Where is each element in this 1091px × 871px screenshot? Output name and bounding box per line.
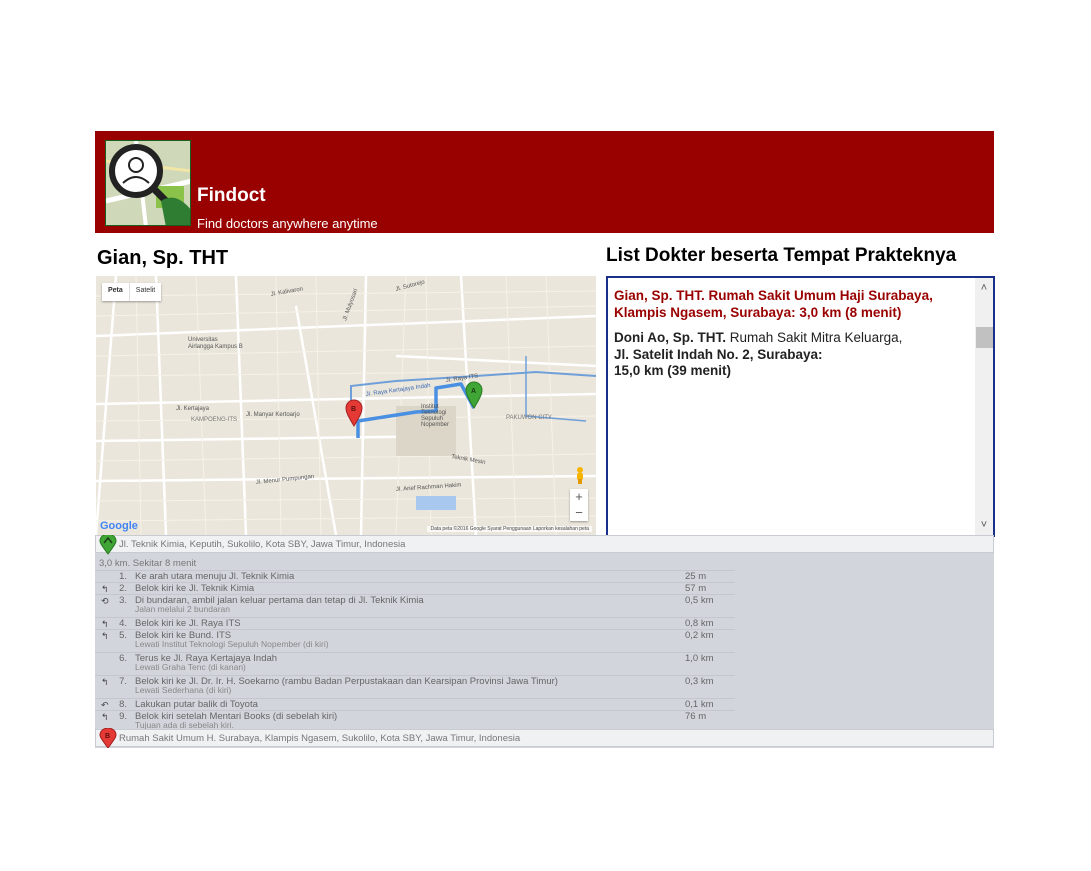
direction-step-distance: 57 m [685,583,707,594]
direction-step-number: 8. [119,699,127,710]
svg-text:A: A [471,388,476,395]
svg-text:Universitas: Universitas [188,337,218,343]
svg-text:KAMPOENG-ITS: KAMPOENG-ITS [191,417,237,423]
direction-step-text: Belok kiri ke Jl. Teknik Kimia [135,583,255,594]
direction-step-distance: 25 m [685,571,707,582]
direction-step-text: Ke arah utara menuju Jl. Teknik Kimia [135,571,295,582]
scroll-down-icon[interactable]: ˅ [975,517,993,533]
direction-step-number: 1. [119,571,127,582]
doctor-item-place: Rumah Sakit Mitra Keluarga, [729,330,903,345]
doctor-name-heading: Gian, Sp. THT [97,247,229,269]
direction-step-distance: 0,8 km [685,618,714,629]
direction-step-distance: 76 m [685,711,707,722]
doctor-item-distance: 15,0 km (39 menit) [614,363,732,378]
app-logo [105,140,191,226]
direction-step-note: Lewati Institut Teknologi Sepuluh Nopemb… [135,639,329,649]
zoom-out-button[interactable]: − [570,505,588,521]
scroll-thumb[interactable] [976,327,993,348]
direction-step-number: 4. [119,618,127,629]
direction-turn-icon: ⟲ [101,596,109,606]
svg-text:Jl. Kertajaya: Jl. Kertajaya [176,406,210,412]
direction-step[interactable]: 6. Terus ke Jl. Raya Kertajaya Indah Lewat… [95,652,735,675]
direction-step-distance: 0,2 km [685,630,714,641]
direction-step-note: Jalan melalui 2 bundaran [135,604,230,614]
marker-b-icon: B [99,728,117,748]
svg-text:Nopember: Nopember [421,422,449,428]
direction-step-text: Lakukan putar balik di Toyota [135,699,258,710]
header-bar: Findoct Find doctors anywhere anytime [95,131,994,233]
zoom-control: + − [570,489,588,521]
svg-text:PAKUWON CITY: PAKUWON CITY [506,415,552,421]
list-scrollbar[interactable]: ˄ ˅ [975,278,993,535]
doctor-list-panel: Gian, Sp. THT. Rumah Sakit Umum Haji Sur… [606,276,995,537]
app-subtitle: Find doctors anywhere anytime [197,216,378,231]
map-type-control[interactable]: Peta Satelit [102,283,162,301]
direction-step-number: 6. [119,653,127,664]
findoct-logo-icon [106,141,190,225]
direction-step[interactable]: ↰ 2. Belok kiri ke Jl. Teknik Kimia 57 m [95,582,735,594]
direction-step[interactable]: 1. Ke arah utara menuju Jl. Teknik Kimia 2… [95,570,735,582]
direction-step-number: 7. [119,676,127,687]
pegman-icon[interactable] [573,466,587,484]
direction-step-number: 9. [119,711,127,722]
end-address-bar: B Rumah Sakit Umum H. Surabaya, Klampis … [95,728,994,748]
app-container: Findoct Find doctors anywhere anytime Gi… [95,131,995,748]
direction-step[interactable]: ⟲ 3. Di bundaran, ambil jalan keluar perta… [95,594,735,617]
google-logo: Google [100,520,138,532]
doctor-list-heading: List Dokter beserta Tempat Prakteknya [606,245,957,266]
direction-step-text: Belok kiri ke Jl. Raya ITS [135,618,241,629]
direction-turn-icon: ↰ [101,712,109,722]
direction-step[interactable]: ↰ 4. Belok kiri ke Jl. Raya ITS 0,8 km [95,617,735,629]
direction-step-distance: 0,1 km [685,699,714,710]
doctor-list: Gian, Sp. THT. Rumah Sakit Umum Haji Sur… [614,288,964,380]
end-address: Rumah Sakit Umum H. Surabaya, Klampis Ng… [119,733,521,744]
direction-step-note: Lewati Graha Tenc (di kanan) [135,662,246,672]
map-attribution: Data peta ©2016 Google Syarat Penggunaan… [427,526,592,532]
direction-step-distance: 0,3 km [685,676,714,687]
direction-step-number: 5. [119,630,127,641]
route-summary: 3,0 km. Sekitar 8 menit [99,558,197,569]
map-view[interactable]: Jl. Kalivaron Jl. Sutorejo Jl. Mulyosari… [96,276,596,535]
direction-step[interactable]: ↶ 8. Lakukan putar balik di Toyota 0,1 km [95,698,735,710]
direction-step[interactable]: ↰ 5. Belok kiri ke Bund. ITS Lewati Institu… [95,629,735,652]
direction-step-note: Lewati Sederhana (di kiri) [135,685,232,695]
direction-turn-icon: ↰ [101,631,109,641]
svg-text:Airlangga Kampus B: Airlangga Kampus B [188,344,243,350]
map-type-map-button[interactable]: Peta [102,283,130,301]
svg-text:B: B [105,733,110,740]
svg-text:Jl. Manyar Kertoarjo: Jl. Manyar Kertoarjo [246,412,300,418]
app-title: Findoct [197,185,266,206]
doctor-list-item[interactable]: Gian, Sp. THT. Rumah Sakit Umum Haji Sur… [614,288,964,321]
direction-step[interactable]: ↰ 7. Belok kiri ke Jl. Dr. Ir. H. Soekarno… [95,675,735,698]
doctor-item-name: Doni Ao, Sp. THT. [614,330,726,345]
directions-panel: Jl. Teknik Kimia, Keputih, Sukolilo, Kot… [95,535,994,748]
doctor-item-address: Jl. Satelit Indah No. 2, Surabaya: [614,346,823,362]
svg-text:B: B [351,406,356,413]
direction-step-number: 2. [119,583,127,594]
map-canvas[interactable]: Jl. Kalivaron Jl. Sutorejo Jl. Mulyosari… [96,276,596,535]
direction-step-distance: 0,5 km [685,595,714,606]
start-address: Jl. Teknik Kimia, Keputih, Sukolilo, Kot… [119,539,406,550]
map-type-satellite-button[interactable]: Satelit [130,283,161,301]
direction-steps: 1. Ke arah utara menuju Jl. Teknik Kimia 2… [95,570,735,733]
scroll-up-icon[interactable]: ˄ [975,280,993,296]
start-address-bar: Jl. Teknik Kimia, Keputih, Sukolilo, Kot… [95,535,994,555]
direction-turn-icon: ↰ [101,677,109,687]
marker-a-icon [99,535,117,555]
direction-step-number: 3. [119,595,127,606]
zoom-in-button[interactable]: + [570,489,588,505]
doctor-list-item[interactable]: Doni Ao, Sp. THT. Rumah Sakit Mitra Kelu… [614,330,964,380]
direction-step-distance: 1,0 km [685,653,714,664]
